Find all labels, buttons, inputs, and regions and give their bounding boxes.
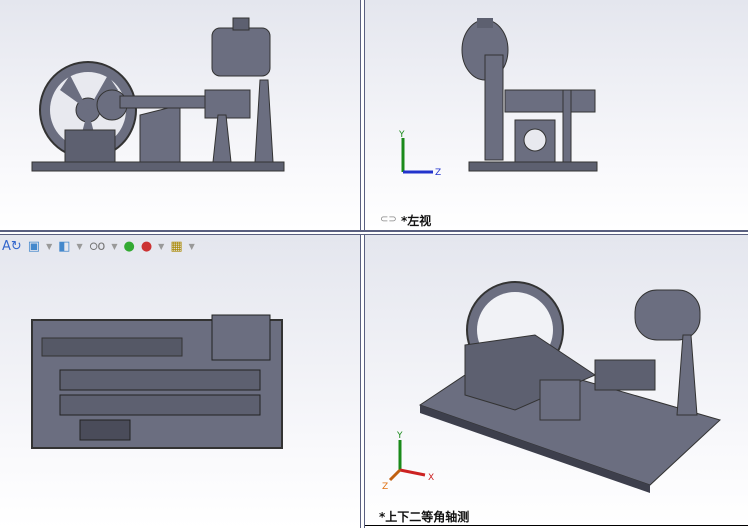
viewport-left[interactable]: Y Z ⊂⊃ *左视	[365, 0, 748, 230]
axis-y-label: Y	[396, 431, 403, 441]
engine-model-front	[31, 17, 285, 172]
axis-z-label: Z	[382, 482, 388, 490]
axis-triad: Y Z	[398, 130, 441, 178]
axis-x-label: X	[428, 473, 434, 483]
view-label-left: *左视	[401, 214, 432, 228]
viewport-top[interactable]: A↻ ▣ ▼ ◧ ▼ ഠo ▼ ● ● ▼ ▦ ▼	[0, 235, 360, 528]
axis-z-label: Z	[435, 168, 441, 178]
engine-model-left	[461, 18, 598, 172]
viewport-splitter-horizontal[interactable]	[0, 230, 748, 235]
viewport-splitter-vertical[interactable]	[360, 0, 365, 528]
viewport-isometric[interactable]: Y X Z *上下二等角轴测	[365, 235, 748, 525]
viewport-bottom-border	[365, 525, 748, 529]
engine-model-top	[31, 314, 283, 449]
link-icon[interactable]: ⊂⊃	[380, 214, 397, 225]
viewport-front[interactable]	[0, 0, 360, 230]
axis-y-label: Y	[398, 130, 405, 140]
axis-triad: Y X Z	[382, 431, 434, 490]
view-label-isometric: *上下二等角轴测	[379, 510, 470, 524]
